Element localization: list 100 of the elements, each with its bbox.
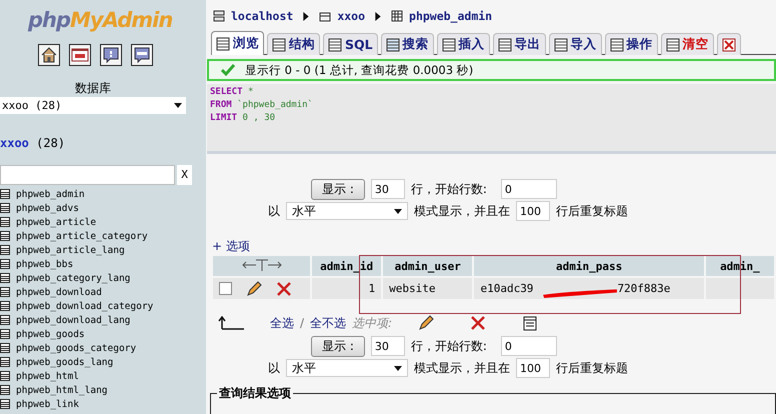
corner-arrow-icon	[218, 316, 244, 330]
table-link[interactable]: phpweb_advs	[16, 202, 79, 214]
breadcrumb-link[interactable]: xxoo	[337, 9, 366, 23]
separator: /	[300, 316, 304, 330]
breadcrumb-link[interactable]: phpweb_admin	[409, 9, 492, 23]
export-icon[interactable]	[522, 315, 538, 331]
table-icon[interactable]	[0, 273, 10, 283]
table-icon[interactable]	[0, 357, 10, 367]
column-header[interactable]: admin_pass	[474, 256, 704, 276]
table-icon[interactable]	[0, 371, 10, 381]
dropdown-arrow-icon	[394, 366, 402, 370]
show-button[interactable]: 显示 :	[311, 336, 365, 356]
tab[interactable]: 插入	[436, 33, 490, 55]
table-icon	[391, 10, 404, 22]
breadcrumb-link[interactable]: localhost	[231, 9, 294, 23]
rows-label: 行，开始行数:	[410, 180, 487, 198]
column-header[interactable]: admin_user	[383, 256, 472, 276]
table-icon[interactable]	[0, 385, 10, 395]
repeat-field[interactable]: 100	[516, 358, 550, 378]
uncheck-all-link[interactable]: 全不选	[310, 314, 346, 332]
repeat-field[interactable]: 100	[516, 201, 550, 221]
tab[interactable]: 浏览	[211, 31, 264, 55]
tab[interactable]: 搜索	[380, 33, 434, 55]
table-icon[interactable]	[0, 315, 10, 325]
table-link[interactable]: phpweb_admin	[16, 188, 85, 200]
table-link[interactable]: phpweb_goods_lang	[16, 356, 114, 368]
sql-speech-icon[interactable]	[131, 44, 153, 66]
table-icon[interactable]	[0, 287, 10, 297]
table-link[interactable]: phpweb_article_category	[16, 230, 148, 242]
tab[interactable]: SQL	[323, 33, 378, 55]
database-link[interactable]: xxoo	[0, 136, 29, 150]
table-icon[interactable]	[0, 301, 10, 311]
table-link[interactable]: phpweb_html_lang	[16, 384, 108, 396]
drop-icon[interactable]	[722, 38, 736, 52]
table-link[interactable]: phpweb_goods	[16, 328, 85, 340]
delete-icon[interactable]	[276, 280, 292, 296]
database-label: 数据库	[75, 80, 111, 97]
table-link[interactable]: phpweb_download_category	[16, 300, 154, 312]
dropdown-arrow-icon	[174, 103, 182, 108]
row-checkbox[interactable]	[219, 282, 232, 295]
mode-prefix: 以	[268, 202, 280, 220]
check-all-link[interactable]: 全选	[270, 314, 294, 332]
rows-field[interactable]: 30	[370, 336, 405, 356]
table-icon[interactable]	[0, 245, 10, 255]
table-link[interactable]: phpweb_article	[16, 216, 96, 228]
table-icon[interactable]	[0, 203, 10, 213]
table-link[interactable]: phpweb_html	[16, 370, 79, 382]
options-link[interactable]: + 选项	[212, 238, 776, 254]
table-link[interactable]: phpweb_download	[16, 286, 102, 298]
with-selected-label: 选中项:	[352, 314, 392, 332]
tab[interactable]: 操作	[604, 33, 658, 55]
repeat-label: 行后重复标题	[556, 202, 628, 220]
rows-field[interactable]: 30	[370, 179, 405, 199]
sql-window-icon[interactable]	[69, 44, 91, 66]
logo: phpMyAdmin	[28, 8, 172, 32]
start-row-field[interactable]: 0	[500, 336, 557, 356]
pencil-icon[interactable]	[418, 315, 434, 331]
separator-arrow-icon	[375, 12, 382, 20]
table-link[interactable]: phpweb_goods_category	[16, 342, 136, 354]
table-icon[interactable]	[0, 259, 10, 269]
mode-select[interactable]: 水平	[286, 202, 408, 220]
password-end: 720f883e	[617, 282, 670, 295]
rows-label: 行，开始行数:	[410, 338, 487, 354]
table-icon[interactable]	[0, 329, 10, 339]
table-icon[interactable]	[0, 189, 10, 199]
database-select[interactable]: xxoo (28)	[0, 97, 186, 114]
tab[interactable]: 导出	[492, 33, 546, 55]
pencil-icon[interactable]	[246, 280, 262, 296]
filter-field[interactable]	[0, 165, 175, 185]
table-link[interactable]: phpweb_link	[16, 398, 79, 410]
tab[interactable]: 导入	[548, 33, 602, 55]
table-icon[interactable]	[0, 231, 10, 241]
sql-line: LIMIT 0 , 30	[210, 113, 276, 125]
table-icon[interactable]	[0, 399, 10, 409]
table-icon[interactable]	[0, 217, 10, 227]
fieldset-legend: 查询结果选项	[217, 385, 293, 402]
success-message: 显示行 0 - 0 (1 总计, 查询花费 0.0003 秒)	[207, 59, 776, 81]
show-button[interactable]: 显示 :	[311, 178, 365, 200]
tab[interactable]: 清空	[660, 33, 714, 55]
help-icon[interactable]	[100, 44, 122, 66]
delete-icon[interactable]	[470, 315, 486, 331]
clear-filter-button[interactable]: X	[177, 165, 192, 185]
table-link[interactable]: phpweb_download_lang	[16, 314, 130, 326]
table-cell: website	[383, 278, 472, 299]
mode-prefix: 以	[268, 360, 280, 376]
table-icon[interactable]	[0, 343, 10, 353]
column-arrows-icon[interactable]	[242, 258, 282, 272]
tab[interactable]: 结构	[267, 33, 320, 55]
dropdown-arrow-icon	[394, 208, 402, 214]
sql-line: SELECT *	[210, 87, 254, 99]
start-row-field[interactable]: 0	[500, 179, 557, 199]
home-icon[interactable]	[38, 44, 60, 66]
table-link[interactable]: phpweb_category_lang	[16, 272, 130, 284]
server-icon	[213, 10, 225, 22]
mode-select[interactable]: 水平	[286, 359, 408, 377]
checkmark-icon	[221, 64, 235, 76]
table-cell: 1	[312, 278, 382, 299]
database-icon	[319, 10, 332, 22]
table-link[interactable]: phpweb_article_lang	[16, 244, 125, 256]
table-link[interactable]: phpweb_bbs	[16, 258, 74, 270]
